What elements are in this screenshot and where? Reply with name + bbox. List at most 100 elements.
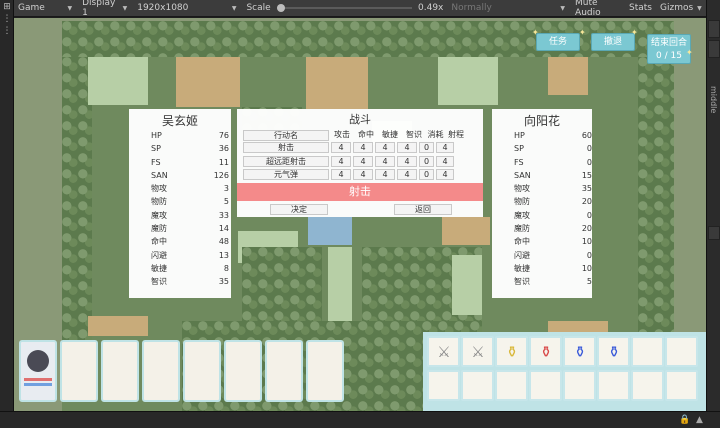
action-stat-cell: 4	[375, 142, 395, 154]
editor-right-rail: middle	[706, 0, 720, 428]
stat-label: 命中	[514, 237, 530, 247]
stat-row: FS 11	[129, 156, 231, 169]
inventory-slot[interactable]	[665, 336, 698, 367]
more-options-icon[interactable]: ⋮	[2, 14, 12, 24]
character-portrait-icon	[27, 350, 49, 372]
stat-label: 魔防	[514, 224, 530, 234]
right-tab[interactable]	[708, 226, 720, 240]
right-tab[interactable]	[708, 40, 720, 58]
editor-left-rail: ⊞ ⋮ ⋮	[0, 0, 14, 428]
stat-value: 0	[586, 144, 592, 154]
lock-icon[interactable]: 🔒	[679, 415, 690, 425]
inventory-slot[interactable]	[427, 370, 460, 401]
action-stat-cell: 4	[436, 169, 454, 181]
gizmos-dropdown[interactable]: Gizmos ▼	[656, 1, 704, 16]
mute-audio-button[interactable]: Mute Audio	[571, 0, 625, 18]
card-slot[interactable]	[265, 340, 303, 402]
action-stat-cell: 4	[353, 169, 373, 181]
card-slot[interactable]	[224, 340, 262, 402]
card-slot[interactable]	[183, 340, 221, 402]
more-options-icon[interactable]: ⋮	[2, 26, 12, 36]
display-dropdown[interactable]: Display 1 ▼	[78, 0, 131, 18]
panel-icon[interactable]: ⊞	[2, 2, 12, 12]
action-stat-cell: 4	[375, 155, 395, 167]
enemy-stats-panel: 向阳花 HP 60 SP 0 FS 0 SAN 15 物攻 35 物防 20 魔攻 0 魔防 20 命中 10 闪避…	[492, 109, 592, 298]
stat-value: 11	[218, 157, 229, 167]
stat-row: 命中 48	[129, 235, 231, 248]
turn-counter: 0 / 15	[656, 51, 682, 61]
stat-row: SP 36	[129, 142, 231, 155]
middle-tab-label[interactable]: middle	[709, 86, 718, 113]
stat-value: 0	[586, 210, 592, 220]
scale-slider-knob[interactable]	[276, 4, 285, 12]
right-tab[interactable]	[708, 20, 720, 38]
column-header: 敏捷	[382, 129, 398, 139]
inventory-slot[interactable]	[597, 370, 630, 401]
back-button[interactable]: 返回	[394, 204, 452, 215]
undo-button[interactable]: 撤退	[591, 33, 635, 51]
action-name-button[interactable]: 射击	[243, 142, 329, 154]
inventory-slot[interactable]	[495, 370, 528, 401]
inventory-slot[interactable]	[631, 370, 664, 401]
stats-button[interactable]: Stats	[625, 3, 656, 13]
column-header: 射程	[448, 129, 464, 139]
scale-slider[interactable]	[276, 4, 412, 12]
card-slot[interactable]	[142, 340, 180, 402]
stat-value: 5	[586, 277, 592, 287]
inventory-slot[interactable]	[665, 370, 698, 401]
stat-row: 智识 5	[492, 275, 592, 288]
card-slot[interactable]	[306, 340, 344, 402]
enemy-name: 向阳花	[523, 114, 560, 128]
stat-row: 闪避 13	[129, 249, 231, 262]
inventory-slot[interactable]: ⚱	[495, 336, 528, 367]
inventory-slot[interactable]	[631, 336, 664, 367]
stat-value: 48	[218, 237, 229, 247]
inventory-slot[interactable]: ⚱	[563, 336, 596, 367]
action-row[interactable]: 超远距射击 4 4 4 4 0 4	[243, 155, 483, 169]
card-slot[interactable]	[101, 340, 139, 402]
inventory-slot[interactable]	[461, 370, 494, 401]
stat-label: SP	[151, 144, 161, 154]
stat-label: 闪避	[514, 250, 530, 260]
stat-label: 魔攻	[151, 210, 167, 220]
play-mode-dropdown[interactable]: Normally ▼	[447, 1, 569, 16]
stat-value: 76	[218, 131, 229, 140]
chevron-down-icon: ▼	[560, 4, 566, 12]
card-slot[interactable]	[60, 340, 98, 402]
stat-label: SAN	[514, 170, 531, 180]
inventory-slot[interactable]: ⚔	[427, 336, 460, 367]
scale-value: 0.49x	[418, 3, 444, 13]
inventory-slot[interactable]: ⚱	[597, 336, 630, 367]
stat-label: HP	[151, 131, 162, 140]
stat-label: 魔防	[151, 224, 167, 234]
stat-label: 物防	[151, 197, 167, 207]
action-row[interactable]: 射击 4 4 4 4 0 4	[243, 141, 483, 155]
confirm-button[interactable]: 决定	[270, 204, 328, 215]
column-header: 命中	[358, 129, 374, 139]
play-mode-label: Normally	[451, 3, 492, 13]
grass-tile	[88, 57, 148, 105]
inventory-slot[interactable]: ⚔	[461, 336, 494, 367]
inventory-slot[interactable]: ⚱	[529, 336, 562, 367]
stat-row: 魔攻 33	[129, 209, 231, 222]
action-name-button[interactable]: 元气弹	[243, 169, 329, 181]
action-row[interactable]: 元气弹 4 4 4 4 0 4	[243, 168, 483, 182]
end-turn-button[interactable]: 结束回合 0 / 15	[647, 34, 691, 64]
stat-row: 敏捷 8	[129, 262, 231, 275]
game-view-dropdown[interactable]: Game ▼	[14, 1, 76, 16]
task-button[interactable]: 任务	[536, 33, 580, 51]
red-potion-icon: ⚱	[539, 343, 553, 361]
action-stat-cell: 4	[353, 155, 373, 167]
resolution-dropdown[interactable]: 1920x1080 ▼	[133, 1, 240, 16]
action-stat-cell: 4	[375, 169, 395, 181]
sparkle-icon: ✦	[686, 48, 693, 57]
column-header: 智识	[406, 129, 422, 139]
warning-icon[interactable]: ▲	[696, 415, 703, 425]
inventory-slot[interactable]	[563, 370, 596, 401]
action-name-button[interactable]: 超远距射击	[243, 155, 329, 167]
character-card[interactable]	[19, 340, 57, 402]
chevron-down-icon: ▼	[697, 4, 702, 12]
inventory-slot[interactable]	[529, 370, 562, 401]
action-stat-cell: 4	[436, 155, 454, 167]
stat-label: FS	[151, 157, 161, 167]
